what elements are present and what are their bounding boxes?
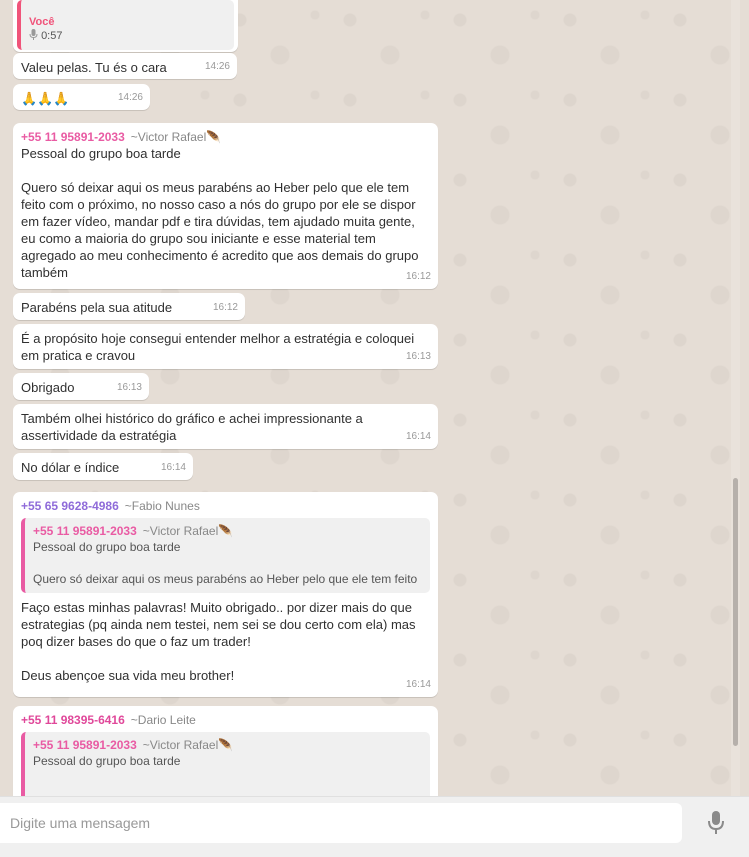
message-bubble[interactable]: Também olhei histórico do gráfico e ache… (13, 404, 438, 449)
quote-sender-phone: +55 11 95891-2033 (33, 524, 137, 538)
message-time: 16:12 (212, 302, 238, 313)
message-bubble[interactable]: 🙏🙏🙏 14:26 (13, 84, 150, 110)
sender-phone: +55 11 98395-6416 (21, 713, 125, 727)
message-time: 16:12 (405, 271, 431, 282)
sender-alias: ~Fabio Nunes (124, 499, 200, 513)
sender-alias: ~Victor Rafael🪶 (130, 130, 222, 144)
message-text: Pessoal do grupo boa tarde Quero só deix… (21, 146, 419, 280)
quote-sender-alias: ~Victor Rafael🪶 (142, 738, 234, 752)
message-bubble-reply[interactable]: +55 11 98395-6416 ~Dario Leite +55 11 958… (13, 706, 438, 796)
quote-sender: +55 11 95891-2033 ~Victor Rafael🪶 (33, 737, 422, 753)
message-bubble-group[interactable]: +55 11 95891-2033 ~Victor Rafael🪶 Pessoal… (13, 123, 438, 289)
voice-duration: 0:57 (29, 28, 226, 44)
message-sender: +55 11 95891-2033 ~Victor Rafael🪶 (21, 129, 430, 145)
message-sender: +55 11 98395-6416 ~Dario Leite (21, 712, 430, 728)
sender-phone: +55 11 95891-2033 (21, 130, 125, 144)
microphone-icon[interactable] (706, 809, 726, 837)
message-time: 16:14 (405, 679, 431, 690)
message-text: Também olhei histórico do gráfico e ache… (21, 411, 367, 443)
message-sender: +55 65 9628-4986 ~Fabio Nunes (21, 498, 430, 514)
message-time: 16:14 (160, 462, 186, 473)
message-bubble-reply[interactable]: +55 65 9628-4986 ~Fabio Nunes +55 11 9589… (13, 492, 438, 697)
message-bubble[interactable]: Parabéns pela sua atitude 16:12 (13, 293, 245, 320)
message-time: 14:26 (117, 92, 143, 103)
message-input[interactable] (0, 803, 682, 843)
message-text: Parabéns pela sua atitude (21, 300, 173, 315)
chat-panel[interactable]: Você 0:57 Valeu pelas. Tu és o cara 14:2… (0, 0, 740, 796)
message-text: Valeu pelas. Tu és o cara (21, 60, 167, 75)
quote-sender-phone: +55 11 95891-2033 (33, 738, 137, 752)
message-bubble[interactable]: É a propósito hoje consegui entender mel… (13, 324, 438, 369)
quote-text: Pessoal do grupo boa tarde (33, 754, 181, 768)
quote-sender: Você (29, 16, 55, 28)
sender-alias: ~Dario Leite (130, 713, 196, 727)
message-time: 14:26 (204, 61, 230, 72)
message-bubble[interactable]: Obrigado 16:13 (13, 373, 149, 400)
message-bubble[interactable]: No dólar e índice 16:14 (13, 453, 193, 480)
message-text: Faço estas minhas palavras! Muito obriga… (21, 600, 416, 683)
scrollbar-thumb[interactable] (733, 478, 738, 746)
quoted-message[interactable]: +55 11 95891-2033 ~Victor Rafael🪶 Pessoal… (21, 518, 430, 593)
quote-text: Pessoal do grupo boa tarde Quero só deix… (33, 540, 418, 586)
message-quoted-voice[interactable]: Você 0:57 (13, 0, 238, 52)
quoted-message[interactable]: +55 11 95891-2033 ~Victor Rafael🪶 Pessoal… (21, 732, 430, 796)
message-text: No dólar e índice (21, 460, 120, 475)
duration-label: 0:57 (41, 30, 63, 42)
microphone-icon (29, 29, 38, 40)
quote-sender-alias: ~Victor Rafael🪶 (142, 524, 234, 538)
message-text: 🙏🙏🙏 (21, 91, 70, 106)
message-time: 16:13 (116, 382, 142, 393)
quoted-voice-note[interactable]: Você 0:57 (17, 0, 234, 50)
message-time: 16:13 (405, 351, 431, 362)
sender-phone: +55 65 9628-4986 (21, 499, 119, 513)
quote-sender: +55 11 95891-2033 ~Victor Rafael🪶 (33, 523, 422, 539)
message-time: 16:14 (405, 431, 431, 442)
message-bubble[interactable]: Valeu pelas. Tu és o cara 14:26 (13, 53, 237, 79)
message-text: Obrigado (21, 380, 75, 395)
message-text: É a propósito hoje consegui entender mel… (21, 331, 418, 363)
compose-bar (0, 796, 749, 857)
